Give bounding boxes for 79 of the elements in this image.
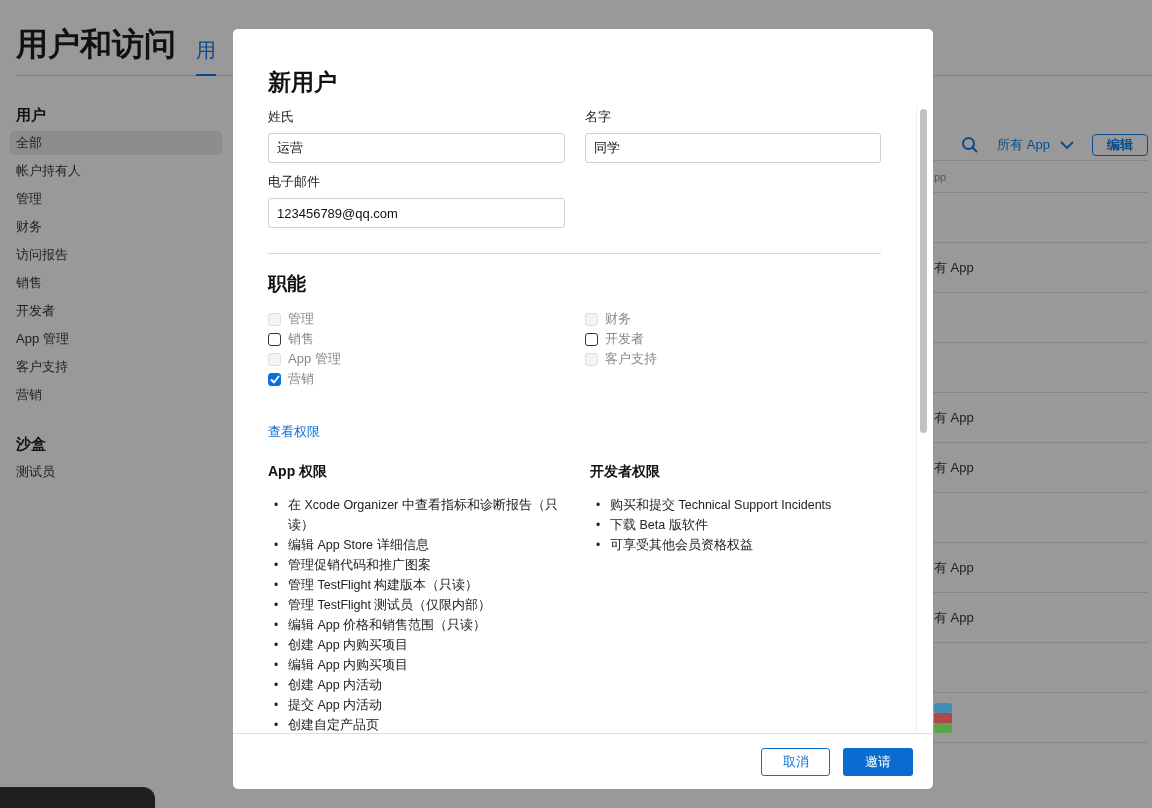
table-cell-text: 有 App	[934, 608, 975, 627]
search-icon[interactable]	[961, 136, 980, 154]
view-permissions-link[interactable]: 查看权限	[268, 423, 320, 441]
sidebar-item[interactable]: 访问报告	[10, 243, 222, 267]
bullet: •	[595, 517, 602, 534]
checkbox[interactable]	[268, 332, 281, 346]
users-tab[interactable]: 用	[196, 37, 216, 76]
bullet: •	[273, 637, 280, 654]
field-label: 姓氏	[268, 108, 295, 126]
column-header: pp	[934, 170, 948, 183]
checkbox-label: 客户支持	[604, 350, 657, 368]
sidebar-item[interactable]: 管理	[10, 187, 222, 211]
dialog-title: 新用户	[267, 68, 338, 97]
sidebar-item[interactable]: App 管理	[10, 327, 222, 351]
sidebar-item[interactable]: 营销	[10, 383, 222, 407]
sidebar-item[interactable]: 帐户持有人	[10, 159, 222, 183]
cancel-button[interactable]: 取消	[761, 747, 830, 776]
field-label: 电子邮件	[268, 173, 321, 191]
checkbox-label: 财务	[604, 310, 631, 328]
permission-item: 管理 TestFlight 测试员（仅限内部）	[288, 597, 492, 614]
permissions-heading: App 权限	[268, 463, 329, 481]
input-field[interactable]: 运营	[268, 133, 565, 163]
permission-item: 编辑 App 内购买项目	[288, 657, 409, 674]
edit-button[interactable]: 编辑	[1092, 134, 1148, 156]
permission-item: 创建 App 内购买项目	[288, 637, 409, 654]
checkbox-label: App 管理	[288, 350, 341, 368]
field-label: 名字	[584, 108, 612, 126]
permission-item: 提交 App 内活动	[288, 697, 383, 714]
permission-item: 编辑 App Store 详细信息	[288, 537, 429, 554]
input-field[interactable]: 同学	[584, 133, 881, 163]
scroll-bar[interactable]	[916, 106, 930, 733]
bullet: •	[273, 717, 280, 733]
permission-item: 下载 Beta 版软件	[610, 517, 708, 534]
sidebar-item[interactable]: 财务	[10, 215, 222, 239]
table-cell-text: 有 App	[934, 458, 975, 477]
checkbox-label: 开发者	[604, 330, 644, 348]
sidebar-heading: 沙盒	[15, 435, 47, 454]
permission-item: 编辑 App 价格和销售范围（只读）	[288, 617, 487, 634]
chevron-down-icon	[1060, 141, 1074, 149]
bullet: •	[273, 537, 280, 554]
bullet: •	[273, 657, 280, 674]
check-icon	[269, 374, 280, 384]
permission-item: 购买和提交 Technical Support Incidents	[610, 497, 832, 514]
bullet: •	[595, 497, 602, 514]
checkbox-label: 管理	[288, 310, 314, 328]
sidebar-item[interactable]: 测试员	[10, 460, 222, 484]
table-cell-text: 有 App	[934, 558, 975, 577]
table-cell-text: 有 App	[934, 258, 975, 277]
checkbox-label: 销售	[288, 330, 314, 348]
sidebar-item[interactable]: 客户支持	[10, 355, 222, 379]
bullet: •	[273, 557, 280, 574]
permission-item: 创建 App 内活动	[288, 677, 383, 694]
app-icon	[934, 702, 952, 733]
section-heading: 职能	[268, 272, 307, 296]
permission-item: 可享受其他会员资格权益	[610, 537, 753, 554]
permission-item: 在 Xcode Organizer 中查看指标和诊断报告（只读）	[288, 497, 559, 534]
sidebar-item[interactable]: 销售	[10, 271, 222, 295]
checkbox-label: 营销	[288, 370, 314, 388]
checkbox[interactable]	[268, 372, 281, 386]
invite-button[interactable]: 邀请	[843, 747, 913, 776]
sidebar-item[interactable]: 全部	[10, 131, 222, 155]
permission-item: 管理促销代码和推广图案	[288, 557, 431, 574]
app-filter-dropdown[interactable]: 所有 App	[989, 136, 1082, 154]
bullet: •	[273, 617, 280, 634]
checkbox[interactable]	[584, 332, 598, 346]
bullet: •	[273, 497, 280, 514]
bullet: •	[273, 697, 280, 714]
input-field[interactable]: 123456789@qq.com	[268, 198, 565, 228]
bullet: •	[273, 577, 280, 594]
table-cell-text: 有 App	[934, 408, 975, 427]
permission-item: 管理 TestFlight 构建版本（只读）	[288, 577, 479, 594]
permissions-heading: 开发者权限	[590, 463, 661, 481]
bullet: •	[595, 537, 602, 554]
page-title: 用户和访问	[16, 25, 176, 64]
permission-item: 创建自定产品页	[288, 717, 379, 733]
sidebar-heading: 用户	[15, 106, 47, 125]
bullet: •	[273, 677, 280, 694]
sidebar-item[interactable]: 开发者	[10, 299, 222, 323]
bullet: •	[273, 597, 280, 614]
